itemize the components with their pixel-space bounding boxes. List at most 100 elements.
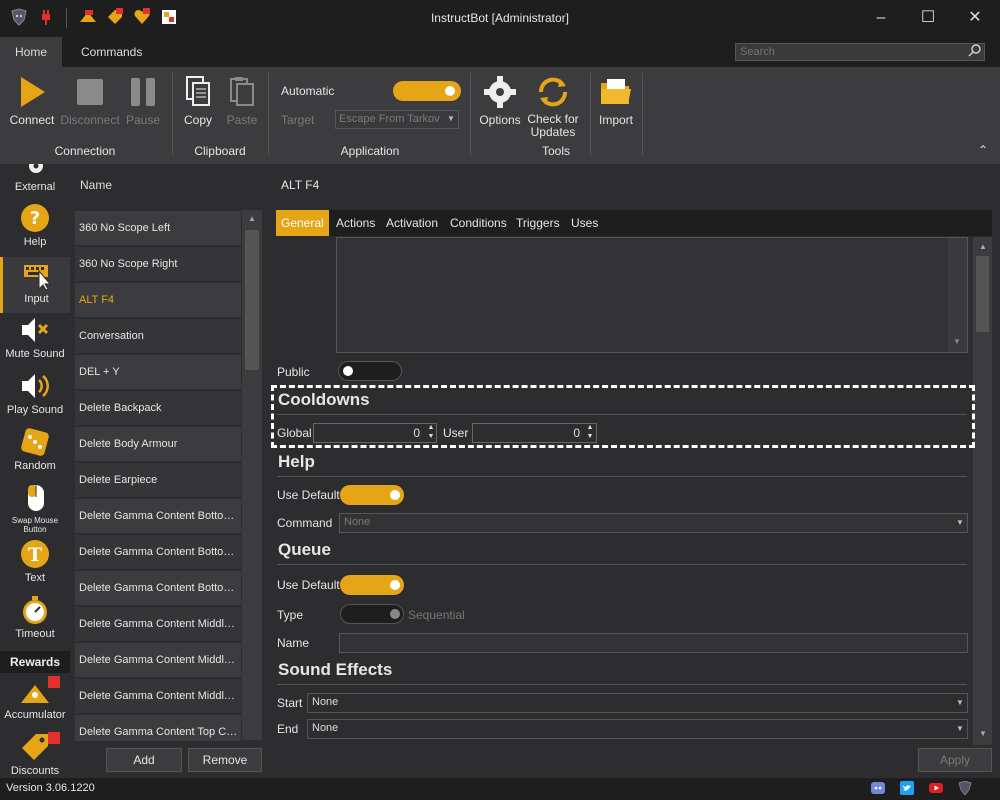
list-item[interactable]: Conversation: [75, 319, 241, 353]
nav-item-random[interactable]: Random: [0, 426, 70, 482]
section-divider: [277, 476, 967, 477]
keyboard-icon: [23, 265, 51, 291]
twitter-icon[interactable]: [900, 781, 914, 795]
tab-actions[interactable]: Actions: [331, 210, 380, 236]
pause-button[interactable]: Pause: [113, 72, 173, 132]
type-label: Type: [277, 608, 304, 622]
discord-icon[interactable]: [871, 781, 885, 795]
list-item[interactable]: 360 No Scope Right: [75, 247, 241, 281]
nav-label: Accumulator: [4, 709, 66, 721]
mute-icon: [22, 318, 49, 342]
reward-icon[interactable]: [79, 8, 97, 26]
list-item[interactable]: Delete Gamma Content Middle L...: [75, 643, 241, 677]
scroll-up-icon[interactable]: ▲: [246, 213, 258, 225]
app-logo-icon: [11, 8, 27, 26]
search-icon[interactable]: [968, 44, 982, 58]
nav-label: Timeout: [15, 628, 55, 640]
section-title-sound-effects: Sound Effects: [278, 660, 393, 679]
ribbon-divider: [642, 73, 643, 155]
nav-item-timeout[interactable]: Timeout: [0, 594, 70, 650]
tab-triggers[interactable]: Triggers: [511, 210, 565, 236]
nav-label: Discounts: [10, 765, 60, 777]
apply-button[interactable]: Apply: [918, 748, 992, 772]
start-sound-select[interactable]: None: [307, 693, 968, 713]
rewards-header: Rewards: [0, 651, 70, 673]
end-label: End: [277, 722, 299, 736]
youtube-icon[interactable]: [929, 781, 943, 795]
connect-label: Connect: [9, 113, 55, 127]
maximize-button[interactable]: ☐: [914, 6, 942, 30]
help-icon: ?: [21, 204, 49, 232]
tab-commands[interactable]: Commands: [66, 37, 157, 67]
check-updates-button[interactable]: Check for Updates: [522, 72, 584, 139]
textarea-scrollbar[interactable]: [948, 238, 967, 352]
nav-item-input[interactable]: Input: [0, 257, 70, 313]
scroll-down-icon[interactable]: ▼: [951, 336, 963, 348]
list-item[interactable]: Delete Gamma Content Middle ...: [75, 679, 241, 713]
command-select[interactable]: None: [339, 513, 968, 533]
stopwatch-icon: [23, 596, 47, 624]
content-scroll-thumb[interactable]: [976, 256, 989, 332]
nav-item-swap-mouse-button[interactable]: Swap Mouse Button: [0, 482, 70, 538]
command-label: Command: [277, 516, 333, 530]
nav-item-help[interactable]: ? Help: [0, 202, 70, 258]
disconnect-button[interactable]: Disconnect: [60, 72, 120, 132]
list-item[interactable]: Delete Body Armour: [75, 427, 241, 461]
pause-label: Pause: [125, 113, 161, 127]
list-item[interactable]: Delete Gamma Content Bottom ...: [75, 535, 241, 569]
app-logo-icon[interactable]: [958, 781, 972, 795]
list-item[interactable]: Delete Gamma Content Bottom ...: [75, 571, 241, 605]
list-scroll-thumb[interactable]: [245, 230, 259, 370]
list-item[interactable]: Delete Gamma Content Bottom ...: [75, 499, 241, 533]
status-bar: [0, 778, 1000, 800]
nav-item-mute-sound[interactable]: Mute Sound: [0, 314, 70, 370]
chevron-down-icon: ▼: [956, 724, 964, 733]
tab-conditions[interactable]: Conditions: [445, 210, 512, 236]
target-label: Target: [281, 113, 315, 127]
scroll-down-icon[interactable]: ▼: [977, 728, 989, 740]
end-sound-select[interactable]: None: [307, 719, 968, 739]
scroll-up-icon[interactable]: ▲: [977, 241, 989, 253]
play-icon: [21, 77, 45, 107]
list-item[interactable]: Delete Gamma Content Top Ce...: [75, 715, 241, 741]
nav-item-play-sound[interactable]: Play Sound: [0, 370, 70, 426]
gear-icon: [484, 76, 516, 108]
nav-item-text[interactable]: T Text: [0, 538, 70, 594]
version-text: Version 3.06.1220: [6, 782, 95, 794]
connect-button[interactable]: Connect: [2, 72, 62, 132]
queue-name-input[interactable]: [339, 633, 968, 653]
list-item[interactable]: 360 No Scope Left: [75, 211, 241, 245]
paste-button[interactable]: Paste: [212, 72, 272, 132]
list-item[interactable]: Delete Gamma Content Middle ...: [75, 607, 241, 641]
tab-general[interactable]: General: [276, 210, 329, 236]
paste-label: Paste: [226, 113, 258, 127]
list-header-name[interactable]: Name: [80, 178, 112, 192]
nav-label: Text: [24, 572, 46, 584]
minimize-button[interactable]: –: [867, 6, 895, 30]
tab-activation[interactable]: Activation: [381, 210, 443, 236]
discount-tag-icon[interactable]: [106, 8, 124, 26]
options-button[interactable]: Options: [470, 72, 530, 132]
toggle-knob: [343, 366, 353, 376]
close-button[interactable]: ✕: [961, 6, 989, 30]
list-item[interactable]: Delete Backpack: [75, 391, 241, 425]
heart-icon[interactable]: [133, 8, 151, 26]
description-textarea[interactable]: [336, 237, 968, 353]
puzzle-icon[interactable]: [160, 8, 178, 26]
target-select[interactable]: Escape From Tarkov: [335, 110, 459, 129]
tab-home[interactable]: Home: [0, 37, 62, 67]
name-label: Name: [277, 636, 310, 650]
list-item-selected[interactable]: ALT F4: [75, 283, 241, 317]
group-label-connection: Connection: [54, 144, 116, 158]
chevron-down-icon: ▼: [956, 698, 964, 707]
search-input[interactable]: [735, 43, 985, 61]
add-button[interactable]: Add: [106, 748, 182, 772]
list-item[interactable]: Delete Earpiece: [75, 463, 241, 497]
list-item[interactable]: DEL + Y: [75, 355, 241, 389]
tab-uses[interactable]: Uses: [566, 210, 603, 236]
chevron-up-icon[interactable]: ⌃: [978, 143, 992, 157]
plug-icon[interactable]: [37, 8, 55, 26]
section-title-help: Help: [278, 452, 315, 471]
import-button[interactable]: Import: [586, 72, 646, 132]
remove-button[interactable]: Remove: [188, 748, 262, 772]
